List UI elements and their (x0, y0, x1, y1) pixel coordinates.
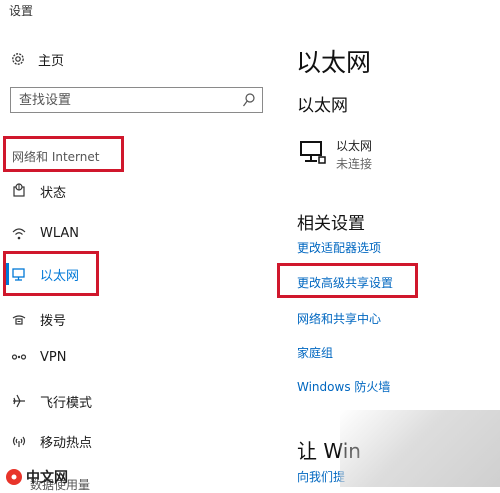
section-title: 以太网 (297, 96, 348, 116)
status-globe-icon (10, 182, 28, 200)
active-indicator (6, 263, 9, 285)
related-settings-title: 相关设置 (297, 214, 365, 234)
watermark: 中文网 (0, 466, 110, 487)
watermark-text: 中文网 (26, 469, 68, 486)
gear-icon (10, 51, 26, 67)
sidebar-item-label: WLAN (40, 225, 80, 241)
sidebar-item-label: 飞行模式 (40, 395, 93, 411)
section-header-network: 网络和 Internet (3, 136, 124, 172)
sidebar-item-vpn[interactable]: VPN (10, 346, 66, 368)
search-icon[interactable] (242, 92, 256, 112)
nav-home[interactable]: 主页 (10, 48, 64, 70)
link-advanced-sharing[interactable]: 更改高级共享设置 (297, 274, 393, 291)
connection-status: 未连接 (336, 157, 373, 171)
sidebar-item-label: VPN (40, 349, 67, 365)
connection-name[interactable]: 以太网 (336, 137, 372, 154)
link-homegroup[interactable]: 家庭组 (297, 344, 333, 361)
hotspot-icon (10, 432, 28, 450)
window-title: 设置 (9, 4, 34, 18)
sidebar-item-label: 以太网 (40, 268, 80, 284)
nav-home-label: 主页 (38, 53, 65, 69)
sidebar-item-ethernet[interactable]: 以太网 (10, 263, 79, 285)
link-change-adapter[interactable]: 更改适配器选项 (297, 239, 381, 256)
link-network-sharing-center[interactable]: 网络和共享中心 (297, 310, 381, 327)
dialup-icon (10, 310, 28, 328)
vpn-icon (10, 348, 28, 366)
section-header-label: 网络和 Internet (12, 150, 100, 164)
search-box[interactable] (10, 87, 263, 113)
wifi-icon (10, 224, 28, 242)
sidebar-item-label: 拨号 (40, 313, 67, 329)
sidebar-item-airplane[interactable]: 飞行模式 (10, 390, 92, 412)
airplane-icon (10, 392, 28, 410)
page-title: 以太网 (296, 48, 372, 77)
search-input[interactable] (11, 88, 231, 112)
link-windows-firewall[interactable]: Windows 防火墙 (297, 378, 390, 395)
sidebar-item-label: 状态 (40, 185, 67, 201)
watermark-logo-icon (6, 468, 22, 485)
sidebar-item-dialup[interactable]: 拨号 (10, 308, 66, 330)
sidebar-item-wlan[interactable]: WLAN (10, 222, 79, 244)
ethernet-monitor-icon (10, 265, 28, 283)
sidebar-item-hotspot[interactable]: 移动热点 (10, 430, 92, 452)
feedback-link[interactable]: 向我们提 (297, 468, 345, 485)
sidebar-item-status[interactable]: 状态 (10, 180, 66, 202)
ethernet-monitor-icon[interactable] (299, 140, 327, 170)
sidebar-item-label: 移动热点 (40, 435, 93, 451)
blur-overlay (340, 410, 500, 487)
